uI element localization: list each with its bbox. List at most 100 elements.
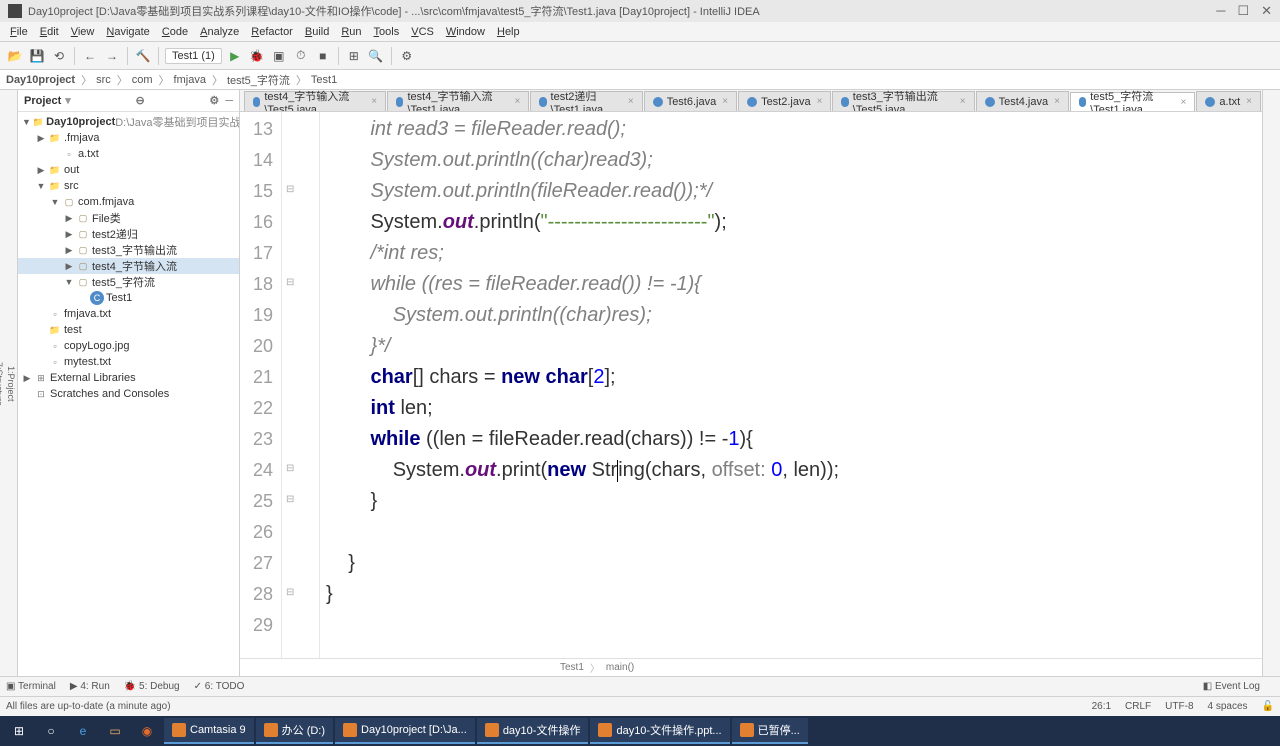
save-icon[interactable]: 💾 xyxy=(28,47,46,65)
terminal-tab[interactable]: ▣ Terminal xyxy=(6,681,56,692)
breadcrumb-item[interactable]: fmjava xyxy=(174,74,206,86)
menu-file[interactable]: File xyxy=(4,26,34,38)
editor-tab[interactable]: test5_字符流\Test1.java× xyxy=(1070,92,1195,112)
taskbar-item[interactable]: 办公 (D:) xyxy=(256,718,333,744)
menu-code[interactable]: Code xyxy=(156,26,194,38)
tree-node[interactable]: ▶▢File类 xyxy=(18,210,239,226)
project-tree[interactable]: ▼📁Day10project D:\Java零基础到项目实战系列课程\day10… xyxy=(18,112,239,676)
run-icon[interactable]: ▶ xyxy=(226,47,244,65)
taskbar-item[interactable]: day10-文件操作 xyxy=(477,718,589,744)
project-panel-header: Project ▾ ⊖ ⚙ ─ xyxy=(18,90,239,112)
cortana-icon[interactable]: ○ xyxy=(36,718,66,744)
breadcrumb-item[interactable]: test5_字符流 xyxy=(227,72,290,88)
menu-navigate[interactable]: Navigate xyxy=(100,26,155,38)
tree-node[interactable]: ▶▢test4_字节输入流 xyxy=(18,258,239,274)
run-config-select[interactable]: Test1 (1) xyxy=(165,48,222,64)
firefox-icon[interactable]: ◉ xyxy=(132,718,162,744)
nav-trail: Test1〉main() xyxy=(240,658,1262,676)
toolbar: 📂 💾 ⟲ ← → 🔨 Test1 (1) ▶ 🐞 ▣ ⏱ ■ ⊞ 🔍 ⚙ xyxy=(0,42,1280,70)
minimize-button[interactable]: ─ xyxy=(1216,3,1225,19)
coverage-icon[interactable]: ▣ xyxy=(270,47,288,65)
nav-trail-item[interactable]: Test1 xyxy=(560,662,584,673)
tree-node[interactable]: ▫fmjava.txt xyxy=(18,306,239,322)
menu-refactor[interactable]: Refactor xyxy=(245,26,299,38)
editor-tab[interactable]: a.txt× xyxy=(1196,91,1261,111)
gear-icon[interactable]: ⚙ xyxy=(209,94,219,107)
menu-analyze[interactable]: Analyze xyxy=(194,26,245,38)
menu-edit[interactable]: Edit xyxy=(34,26,65,38)
sync-icon[interactable]: ⟲ xyxy=(50,47,68,65)
status-message: All files are up-to-date (a minute ago) xyxy=(6,701,171,712)
tree-node[interactable]: ▶📁.fmjava xyxy=(18,130,239,146)
search-icon[interactable]: 🔍 xyxy=(367,47,385,65)
start-button[interactable]: ⊞ xyxy=(4,718,34,744)
status-linecol[interactable]: 26:1 xyxy=(1092,701,1111,712)
open-icon[interactable]: 📂 xyxy=(6,47,24,65)
status-lock-icon[interactable]: 🔓 xyxy=(1262,701,1274,712)
tree-node[interactable]: ▼📁Day10project D:\Java零基础到项目实战系列课程\day10… xyxy=(18,114,239,130)
taskbar-item[interactable]: Day10project [D:\Ja... xyxy=(335,718,475,744)
status-encoding[interactable]: UTF-8 xyxy=(1165,701,1193,712)
tree-node[interactable]: ⊡Scratches and Consoles xyxy=(18,386,239,402)
run-tab[interactable]: ▶ 4: Run xyxy=(70,681,110,692)
collapse-icon[interactable]: ⊖ xyxy=(135,94,144,107)
menu-view[interactable]: View xyxy=(65,26,101,38)
menu-tools[interactable]: Tools xyxy=(368,26,406,38)
structure-tool-tab[interactable]: 7:Structure xyxy=(0,356,5,412)
structure-icon[interactable]: ⊞ xyxy=(345,47,363,65)
tree-node[interactable]: ▫mytest.txt xyxy=(18,354,239,370)
tree-node[interactable]: 📁test xyxy=(18,322,239,338)
project-panel: Project ▾ ⊖ ⚙ ─ ▼📁Day10project D:\Java零基… xyxy=(18,90,240,676)
back-icon[interactable]: ← xyxy=(81,47,99,65)
tree-node[interactable]: ▼📁src xyxy=(18,178,239,194)
status-indent[interactable]: 4 spaces xyxy=(1208,701,1248,712)
editor-tab[interactable]: test3_字节输出流\Test5.java× xyxy=(832,91,974,111)
taskbar-item[interactable]: 已暂停... xyxy=(732,718,808,744)
menu-build[interactable]: Build xyxy=(299,26,335,38)
forward-icon[interactable]: → xyxy=(103,47,121,65)
taskbar-item[interactable]: day10-文件操作.ppt... xyxy=(590,718,729,744)
tree-node[interactable]: ▫a.txt xyxy=(18,146,239,162)
tree-node[interactable]: ▶▢test3_字节输出流 xyxy=(18,242,239,258)
todo-tab[interactable]: ✓ 6: TODO xyxy=(194,681,245,692)
tree-node[interactable]: ▼▢com.fmjava xyxy=(18,194,239,210)
tree-node[interactable]: CTest1 xyxy=(18,290,239,306)
editor-tab[interactable]: test4_字节输入流\Test1.java× xyxy=(387,91,529,111)
profile-icon[interactable]: ⏱ xyxy=(292,47,310,65)
editor-tab[interactable]: test2递归\Test1.java× xyxy=(530,91,642,111)
hide-icon[interactable]: ─ xyxy=(225,95,233,107)
maximize-button[interactable]: ☐ xyxy=(1237,3,1249,19)
tree-node[interactable]: ▶⊞External Libraries xyxy=(18,370,239,386)
editor-tab[interactable]: Test2.java× xyxy=(738,91,831,111)
status-eol[interactable]: CRLF xyxy=(1125,701,1151,712)
tree-node[interactable]: ▶📁out xyxy=(18,162,239,178)
menu-run[interactable]: Run xyxy=(335,26,367,38)
event-log-tab[interactable]: ◧ Event Log xyxy=(1203,681,1260,692)
editor-tab[interactable]: test4_字节输入流\Test5.java× xyxy=(244,91,386,111)
nav-trail-item[interactable]: main() xyxy=(606,662,634,673)
editor-tab[interactable]: Test6.java× xyxy=(644,91,737,111)
taskbar-item[interactable]: Camtasia 9 xyxy=(164,718,254,744)
stop-icon[interactable]: ■ xyxy=(314,47,332,65)
tree-node[interactable]: ▶▢test2递归 xyxy=(18,226,239,242)
code-editor[interactable]: int read3 = fileReader.read(); System.ou… xyxy=(320,112,1262,658)
editor-area: test4_字节输入流\Test5.java×test4_字节输入流\Test1… xyxy=(240,90,1262,676)
build-icon[interactable]: 🔨 xyxy=(134,47,152,65)
menu-window[interactable]: Window xyxy=(440,26,491,38)
breadcrumb-item[interactable]: com xyxy=(132,74,153,86)
close-button[interactable]: ✕ xyxy=(1261,3,1272,19)
editor-tab[interactable]: Test4.java× xyxy=(976,91,1069,111)
project-tool-tab[interactable]: 1:Project xyxy=(5,360,17,408)
breadcrumb-item[interactable]: Test1 xyxy=(311,74,337,86)
files-icon[interactable]: ▭ xyxy=(100,718,130,744)
menu-help[interactable]: Help xyxy=(491,26,526,38)
tree-node[interactable]: ▼▢test5_字符流 xyxy=(18,274,239,290)
breadcrumb-item[interactable]: src xyxy=(96,74,111,86)
tree-node[interactable]: ▫copyLogo.jpg xyxy=(18,338,239,354)
debug-icon[interactable]: 🐞 xyxy=(248,47,266,65)
menu-vcs[interactable]: VCS xyxy=(405,26,440,38)
debug-tab[interactable]: 🐞 5: Debug xyxy=(124,681,180,692)
settings-icon[interactable]: ⚙ xyxy=(398,47,416,65)
edge-icon[interactable]: e xyxy=(68,718,98,744)
breadcrumb-item[interactable]: Day10project xyxy=(6,74,75,86)
